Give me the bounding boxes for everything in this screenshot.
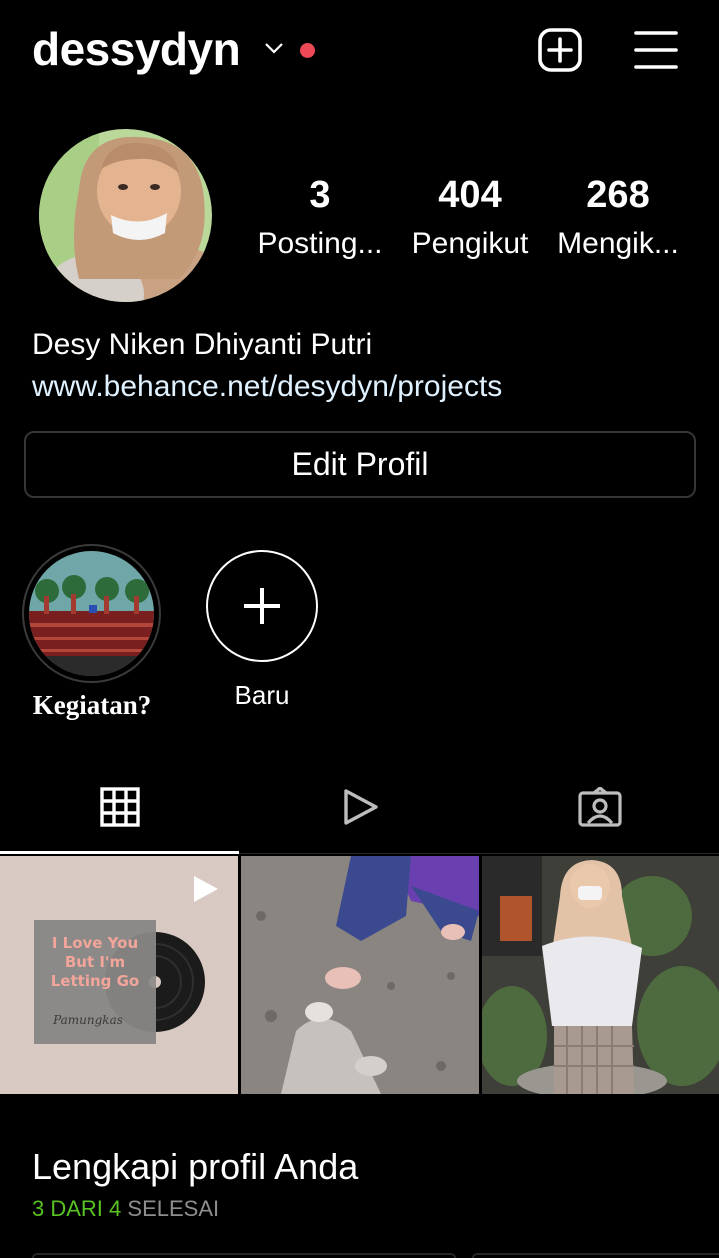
cover-signature: Pamungkas (52, 1013, 123, 1027)
grid-icon (99, 787, 140, 827)
tab-reels[interactable] (240, 760, 479, 854)
post-thumbnail[interactable] (241, 856, 479, 1094)
followers-stat[interactable]: 404 Pengikut (395, 170, 545, 266)
edit-profile-button[interactable]: Edit Profil (24, 431, 696, 498)
avatar-photo (39, 129, 212, 302)
post-thumbnail[interactable] (482, 856, 719, 1094)
progress-done: 3 DARI 4 (32, 1196, 122, 1221)
tab-tagged[interactable] (480, 760, 719, 854)
cover-text-line-1: I Love You (52, 934, 138, 952)
posts-count: 3 (309, 174, 331, 216)
complete-profile-title: Lengkapi profil Anda (32, 1146, 359, 1187)
following-stat[interactable]: 268 Mengik... (543, 170, 693, 266)
avatar[interactable] (39, 129, 212, 302)
new-highlight-button[interactable] (206, 550, 318, 662)
username-title[interactable]: dessydyn (32, 22, 241, 76)
add-post-icon[interactable] (536, 26, 584, 74)
highlight-kegiatan[interactable] (22, 544, 162, 683)
post-thumbnail[interactable]: I Love You But I'm Letting Go Pamungkas (0, 856, 238, 1094)
posts-stat[interactable]: 3 Posting... (245, 170, 395, 266)
profile-task-card[interactable] (472, 1253, 719, 1258)
cover-text-line-3: Letting Go (51, 972, 139, 990)
posts-label: Posting... (257, 227, 383, 260)
followers-count: 404 (438, 174, 502, 216)
progress-rest: SELESAI (127, 1196, 220, 1221)
reels-icon (343, 789, 378, 825)
full-name: Desy Niken Dhiyanti Putri (32, 328, 373, 361)
profile-task-card[interactable] (32, 1253, 456, 1258)
cover-text-line-2: But I'm (65, 953, 125, 971)
following-count: 268 (586, 174, 650, 216)
active-tab-indicator (0, 851, 239, 854)
highlight-cover (29, 551, 154, 676)
complete-profile-progress: 3 DARI 4 SELESAI (32, 1195, 219, 1223)
following-label: Mengik... (557, 227, 679, 260)
followers-label: Pengikut (411, 227, 529, 260)
menu-icon[interactable] (632, 26, 680, 74)
posts-grid: I Love You But I'm Letting Go Pamungkas (0, 856, 719, 1094)
bio-link[interactable]: www.behance.net/desydyn/projects (32, 367, 502, 407)
highlight-ring (22, 544, 161, 683)
tagged-icon (577, 787, 622, 827)
new-highlight-label: Baru (234, 680, 290, 710)
chevron-down-icon[interactable] (263, 40, 285, 56)
highlight-label: Kegiatan? (32, 690, 152, 720)
profile-header: dessydyn (0, 0, 719, 100)
tab-posts[interactable] (0, 760, 239, 854)
notification-dot (300, 43, 315, 58)
plus-icon (244, 588, 280, 624)
